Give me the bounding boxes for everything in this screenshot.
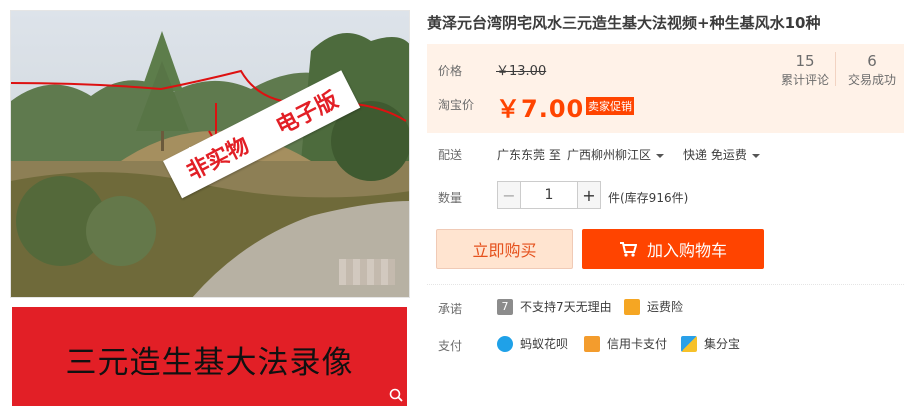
add-to-cart-button[interactable]: 加入购物车 [582,229,764,269]
payment-label: 支付 [438,339,463,353]
shipping-insurance-service[interactable]: 运费险 [624,298,683,315]
huabei-payment[interactable]: 蚂蚁花呗 [497,335,568,352]
buy-now-button[interactable]: 立即购买 [436,229,573,269]
no-return-text: 不支持7天无理由 [520,300,612,314]
reviews-label: 累计评论 [780,73,829,87]
jifenbao-text: 集分宝 [704,337,741,351]
deals-label: 交易成功 [847,73,896,87]
no-return-service[interactable]: 7 不支持7天无理由 [497,298,612,315]
main-product-image[interactable]: 非实物 电子版 [10,10,410,298]
chevron-down-icon [751,153,760,158]
shipping-insurance-text: 运费险 [647,300,684,314]
quantity-label: 数量 [438,191,463,205]
jifenbao-payment[interactable]: 集分宝 [681,335,740,352]
shipping-method-text: 快递 免运费 [683,148,747,162]
promo-price-label: 淘宝价 [438,98,475,112]
reviews-count: 15 [795,52,815,70]
add-to-cart-label: 加入购物车 [646,241,727,260]
jifenbao-icon [681,335,697,352]
quantity-stepper: − 1 + [497,181,601,209]
quantity-input[interactable]: 1 [521,181,577,209]
cart-icon [619,242,637,257]
huabei-icon [497,335,513,352]
credit-card-icon [584,335,600,352]
credit-card-payment[interactable]: 信用卡支付 [584,335,667,352]
promise-label: 承诺 [438,302,463,316]
delivery-label: 配送 [438,148,463,162]
reviews-stat[interactable]: 15 累计评论 [779,52,831,90]
stat-divider [835,52,836,86]
ship-to-text: 广西柳州柳江区 [567,148,652,162]
promo-tag-badge: 卖家促销 [586,97,634,115]
watermark-mosaic [339,259,395,285]
huabei-text: 蚂蚁花呗 [520,337,569,351]
zoom-icon[interactable] [389,388,403,402]
decrease-button[interactable]: − [497,181,521,209]
deals-stat: 6 交易成功 [845,52,899,90]
shipping-method-select[interactable]: 快递 免运费 [683,146,760,163]
section-divider [427,284,904,285]
credit-card-text: 信用卡支付 [607,337,668,351]
stock-text: 件(库存916件) [608,191,689,205]
ship-from: 广东东莞 至 [497,148,561,162]
ship-to-select[interactable]: 广西柳州柳江区 [567,146,665,163]
deals-count: 6 [867,52,877,70]
shipping-insurance-icon [624,298,640,315]
product-gallery: 非实物 电子版 三元造生基大法录像 [10,10,410,410]
price-panel: 价格 ￥13.00 淘宝价 ￥7.00 卖家促销 15 累计评论 6 交易成功 [427,44,904,133]
thumbnail-banner[interactable]: 三元造生基大法录像 [12,307,407,406]
promo-price: ￥7.00 [496,95,585,123]
original-price: ￥13.00 [496,64,547,79]
product-title: 黄泽元台湾阴宅风水三元造生基大法视频+种生基风水10种 [427,14,821,32]
seven-days-icon: 7 [497,298,513,315]
increase-button[interactable]: + [577,181,601,209]
banner-text: 三元造生基大法录像 [65,345,354,381]
price-label: 价格 [438,64,463,78]
chevron-down-icon [656,153,665,158]
